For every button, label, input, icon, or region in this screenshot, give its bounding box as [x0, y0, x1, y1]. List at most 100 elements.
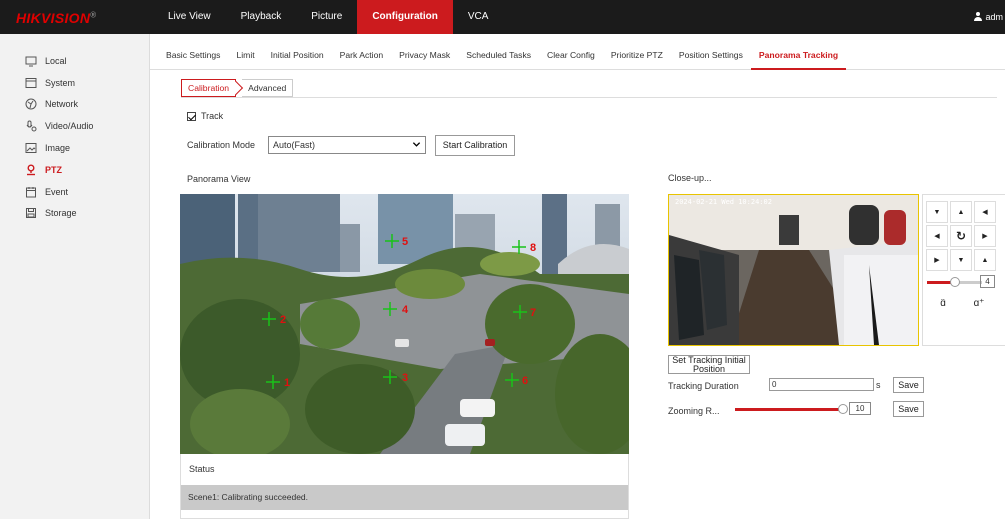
tab-privacy-mask[interactable]: Privacy Mask: [391, 34, 458, 70]
ptz-speed-slider[interactable]: [927, 277, 987, 287]
arrow-up-icon: ▲: [981, 256, 989, 264]
svg-text:2: 2: [280, 314, 286, 326]
tab-basic-settings[interactable]: Basic Settings: [158, 34, 228, 70]
panorama-view-label: Panorama View: [187, 174, 251, 184]
tab-advanced[interactable]: Advanced: [242, 79, 294, 97]
sidebar: Local System Network Video/Audio Image P…: [0, 34, 150, 519]
zooming-ratio-label: Zooming R...: [668, 406, 720, 416]
user-icon: [974, 12, 983, 21]
zooming-ratio-slider[interactable]: [735, 408, 841, 411]
zoom-in-button[interactable]: ɑ⁺: [962, 293, 996, 313]
sidebar-item-network[interactable]: Network: [0, 94, 149, 116]
ptz-up-button[interactable]: ▲: [950, 201, 972, 223]
user-menu[interactable]: adm: [974, 0, 1005, 34]
top-nav: Live View Playback Picture Configuration…: [153, 0, 503, 34]
arrow-down-left-icon: ▼: [933, 208, 941, 216]
nav-live-view[interactable]: Live View: [153, 0, 226, 34]
ptz-down-left-button[interactable]: ▶: [926, 249, 948, 271]
calibration-mode-value: Auto(Fast): [273, 140, 316, 150]
calibration-mode-label: Calibration Mode: [187, 140, 256, 150]
calibration-mode-select[interactable]: Auto(Fast): [268, 136, 426, 154]
brand-logo: HIKVISION®: [16, 10, 97, 26]
ptz-down-right-button[interactable]: ▲: [974, 249, 996, 271]
sidebar-item-label: Video/Audio: [45, 121, 94, 132]
svg-text:7: 7: [530, 307, 536, 319]
closeup-view[interactable]: 2024-02-21 Wed 10:24:02: [668, 194, 919, 346]
svg-text:3: 3: [402, 372, 408, 384]
sidebar-item-label: PTZ: [45, 164, 62, 175]
svg-text:4: 4: [402, 304, 409, 316]
sidebar-item-image[interactable]: Image: [0, 137, 149, 159]
svg-text:8: 8: [530, 242, 536, 254]
storage-icon: [25, 207, 37, 219]
nav-vca[interactable]: VCA: [453, 0, 504, 34]
arrow-right-icon: ▶: [934, 257, 940, 264]
ptz-up-left-button[interactable]: ▼: [926, 201, 948, 223]
ptz-icon: [25, 164, 37, 176]
sidebar-item-label: Image: [45, 143, 71, 154]
sidebar-item-video-audio[interactable]: Video/Audio: [0, 115, 149, 137]
status-message: Scene1: Calibrating succeeded.: [181, 485, 628, 510]
zoom-out-button[interactable]: ɑ̈: [926, 293, 960, 313]
set-tracking-initial-position-button[interactable]: Set Tracking Initial Position: [668, 355, 750, 374]
ptz-speed-value[interactable]: 4: [980, 275, 995, 288]
tab-panorama-tracking[interactable]: Panorama Tracking: [750, 34, 847, 70]
track-option[interactable]: Track: [187, 111, 223, 121]
tab-position-settings[interactable]: Position Settings: [671, 34, 751, 70]
save-duration-button[interactable]: Save: [893, 377, 924, 393]
sidebar-item-local[interactable]: Local: [0, 50, 149, 72]
sidebar-item-label: Network: [45, 99, 79, 110]
sidebar-item-label: System: [45, 77, 76, 88]
status-title: Status: [189, 464, 215, 474]
closeup-osd: 2024-02-21 Wed 10:24:02: [675, 198, 772, 206]
tab-park-action[interactable]: Park Action: [332, 34, 391, 70]
track-label: Track: [201, 111, 224, 121]
sidebar-item-storage[interactable]: Storage: [0, 203, 149, 225]
track-checkbox[interactable]: [187, 111, 196, 121]
closeup-label: Close-up...: [668, 173, 712, 183]
ptz-up-right-button[interactable]: ◀: [974, 201, 996, 223]
tab-clear-config[interactable]: Clear Config: [539, 34, 603, 70]
rotate-icon: ↻: [955, 229, 967, 243]
tab-calibration[interactable]: Calibration: [181, 79, 237, 97]
sidebar-item-event[interactable]: Event: [0, 181, 149, 203]
top-bar: HIKVISION® Live View Playback Picture Co…: [0, 0, 1005, 34]
ptz-down-button[interactable]: ▼: [950, 249, 972, 271]
event-icon: [25, 186, 37, 198]
slider-handle[interactable]: [838, 404, 848, 414]
tab-initial-position[interactable]: Initial Position: [263, 34, 332, 70]
zoom-in-icon: ɑ⁺: [973, 297, 985, 309]
zooming-ratio-value[interactable]: 10: [849, 402, 871, 415]
nav-configuration[interactable]: Configuration: [357, 0, 453, 34]
arrow-down-icon: ▼: [957, 256, 965, 264]
globe-icon: [25, 98, 37, 110]
save-zoom-button[interactable]: Save: [893, 401, 924, 417]
tab-limit[interactable]: Limit: [228, 34, 262, 70]
ptz-right-button[interactable]: ▶: [974, 225, 996, 247]
arrow-up-icon: ▲: [957, 208, 965, 216]
system-icon: [25, 77, 37, 89]
start-calibration-button[interactable]: Start Calibration: [435, 135, 515, 156]
tracking-duration-input[interactable]: 0: [769, 378, 874, 391]
nav-playback[interactable]: Playback: [226, 0, 297, 34]
zoom-out-icon: ɑ̈: [940, 297, 946, 309]
tracking-duration-label: Tracking Duration: [668, 381, 739, 391]
tracking-duration-unit: s: [876, 380, 881, 390]
sidebar-item-system[interactable]: System: [0, 72, 149, 94]
arrow-right-icon: ▶: [982, 233, 988, 240]
sidebar-item-label: Storage: [45, 208, 77, 219]
tab-prioritize-ptz[interactable]: Prioritize PTZ: [603, 34, 671, 70]
sidebar-item-label: Local: [45, 55, 67, 66]
sidebar-item-ptz[interactable]: PTZ: [0, 159, 149, 181]
nav-picture[interactable]: Picture: [296, 0, 357, 34]
panorama-view[interactable]: 1 2 3 4 5 6 7 8: [180, 194, 629, 454]
ptz-auto-button[interactable]: ↻: [950, 225, 972, 247]
svg-text:5: 5: [402, 236, 408, 248]
sidebar-item-label: Event: [45, 186, 69, 197]
closeup-image: [669, 195, 918, 345]
panorama-image: 1 2 3 4 5 6 7 8: [180, 194, 629, 454]
slider-handle[interactable]: [949, 277, 960, 287]
tab-scheduled-tasks[interactable]: Scheduled Tasks: [458, 34, 539, 70]
ptz-left-button[interactable]: ◀: [926, 225, 948, 247]
image-icon: [25, 142, 37, 154]
